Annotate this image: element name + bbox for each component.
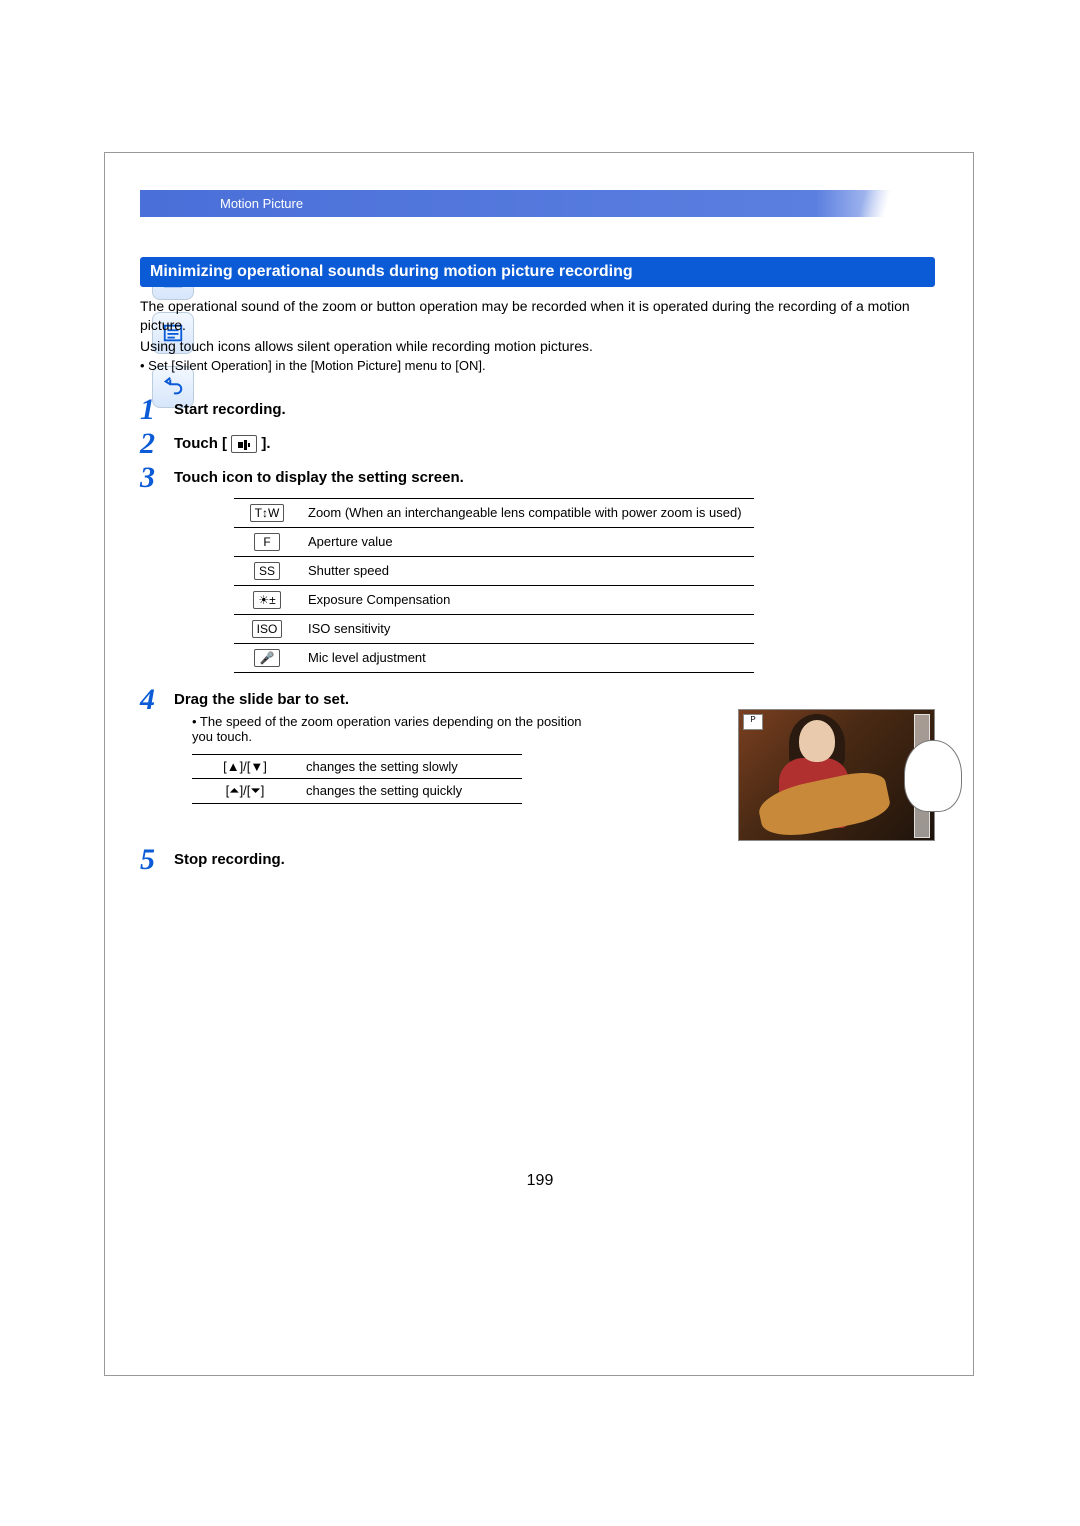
intro-paragraph-2: Using touch icons allows silent operatio… [140,337,935,356]
setting-desc: Aperture value [300,527,754,556]
slide-speed-table: [▲]/[▼] changes the setting slowly [⏶]/[… [192,754,522,804]
touch-hand-icon [904,740,962,812]
table-row: T↕W Zoom (When an interchangeable lens c… [234,498,754,527]
step-5: 5 Stop recording. [140,845,935,875]
intro-bullet: • Set [Silent Operation] in the [Motion … [140,358,935,373]
table-row: [⏶]/[⏷] changes the setting quickly [192,778,522,803]
step-number: 1 [140,395,174,425]
example-screenshot: P [738,709,935,841]
step-1: 1 Start recording. [140,395,935,425]
step-number: 3 [140,463,174,493]
step-2: 2 Touch [ ]. [140,429,935,459]
step-title: Touch icon to display the setting screen… [174,469,464,486]
step-sub-bullet: • The speed of the zoom operation varies… [192,714,582,744]
table-row: ISO ISO sensitivity [234,614,754,643]
mode-badge: P [743,714,763,730]
setting-desc: Mic level adjustment [300,643,754,672]
step-title: Drag the slide bar to set. [174,691,349,708]
iso-icon: ISO [252,620,283,638]
exposure-comp-icon: ☀± [253,591,280,609]
silent-touch-icon [231,435,257,453]
slide-desc: changes the setting slowly [298,754,522,778]
mic-icon: 🎤 [254,649,280,667]
intro-paragraph-1: The operational sound of the zoom or but… [140,297,935,335]
page-number: 199 [0,1172,1080,1190]
table-row: [▲]/[▼] changes the setting slowly [192,754,522,778]
table-row: 🎤 Mic level adjustment [234,643,754,672]
aperture-icon: F [254,533,280,551]
settings-table: T↕W Zoom (When an interchangeable lens c… [234,498,754,673]
step-number: 4 [140,685,174,715]
zoom-icon: T↕W [250,504,285,522]
step-title: Touch [ ]. [174,435,271,452]
step-title-suffix: ]. [261,435,270,452]
slide-symbol: [⏶]/[⏷] [192,778,298,803]
table-row: SS Shutter speed [234,556,754,585]
step-number: 2 [140,429,174,459]
setting-desc: Zoom (When an interchangeable lens compa… [300,498,754,527]
breadcrumb: Motion Picture [140,190,935,217]
step-3: 3 Touch icon to display the setting scre… [140,463,935,673]
step-title: Start recording. [174,401,286,418]
slide-symbol: [▲]/[▼] [192,754,298,778]
section-heading: Minimizing operational sounds during mot… [140,257,935,287]
setting-desc: Shutter speed [300,556,754,585]
setting-desc: Exposure Compensation [300,585,754,614]
step-number: 5 [140,845,174,875]
table-row: ☀± Exposure Compensation [234,585,754,614]
setting-desc: ISO sensitivity [300,614,754,643]
table-row: F Aperture value [234,527,754,556]
step-title-prefix: Touch [ [174,435,227,452]
step-4: 4 Drag the slide bar to set. • The speed… [140,685,935,841]
step-title: Stop recording. [174,851,285,868]
slide-desc: changes the setting quickly [298,778,522,803]
shutter-icon: SS [254,562,280,580]
